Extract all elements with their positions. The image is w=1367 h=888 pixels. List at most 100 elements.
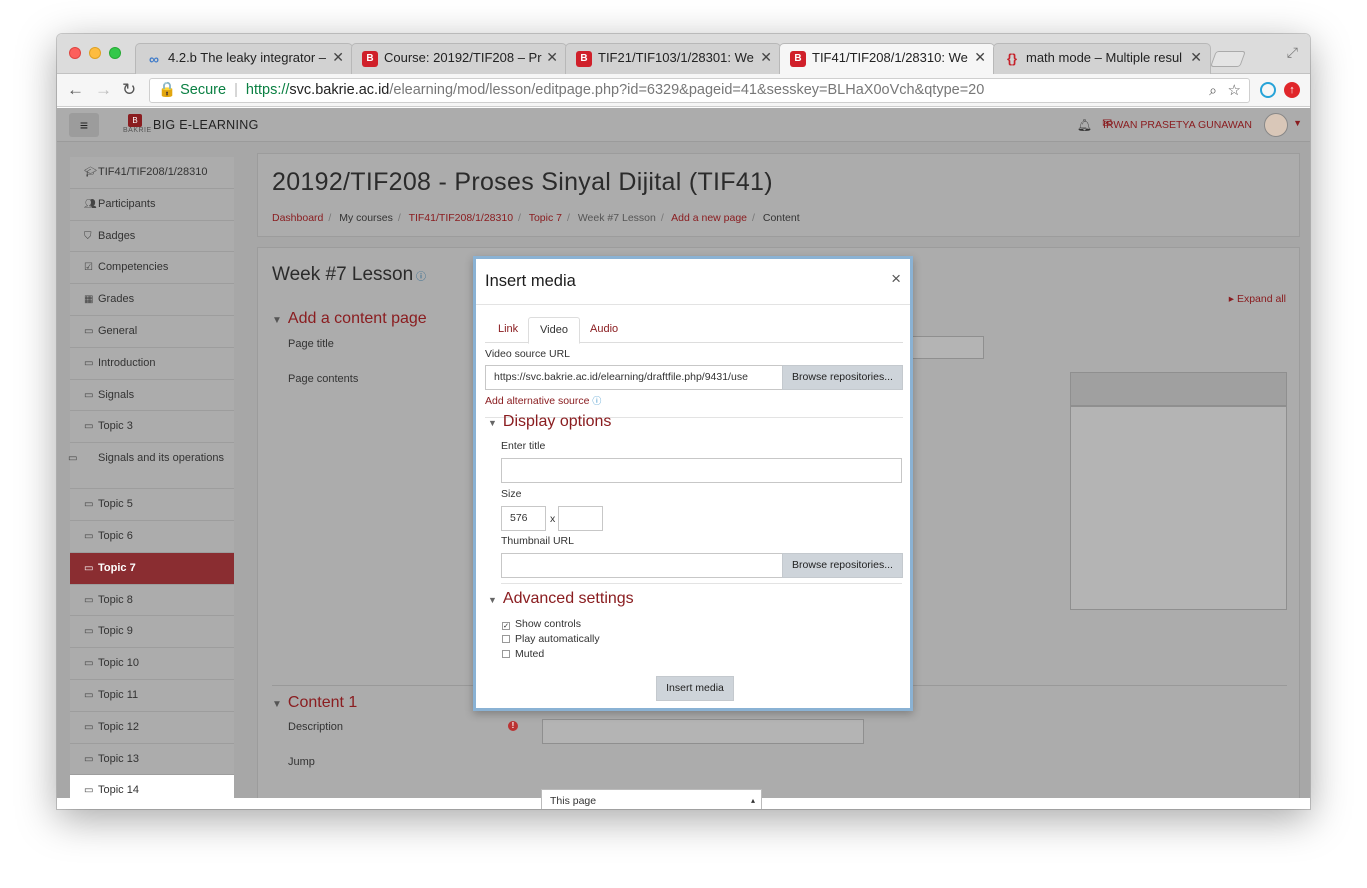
checkbox-icon[interactable] bbox=[502, 635, 510, 643]
thumbnail-url-input[interactable] bbox=[501, 553, 784, 578]
close-icon[interactable]: ✕ bbox=[546, 49, 558, 66]
breadcrumb-my-courses: My courses bbox=[339, 212, 393, 224]
tab-audio[interactable]: Audio bbox=[579, 317, 629, 343]
drawer-item-introduction[interactable]: ▭ Introduction bbox=[70, 347, 234, 380]
size-height-input[interactable] bbox=[558, 506, 603, 531]
breadcrumb-add-page[interactable]: Add a new page bbox=[671, 212, 747, 224]
bookmark-star-icon[interactable]: ☆ bbox=[1228, 79, 1241, 102]
minimize-window-icon[interactable] bbox=[89, 47, 101, 59]
drawer-item-label: Introduction bbox=[98, 356, 156, 369]
drawer-item-topic-10[interactable]: ▭ Topic 10 bbox=[70, 648, 234, 680]
section-advanced-settings[interactable]: ▼ Advanced settings bbox=[488, 590, 634, 608]
help-icon[interactable]: ⓘ bbox=[413, 272, 426, 283]
reload-icon[interactable]: ↻ bbox=[122, 80, 136, 100]
user-name[interactable]: IRWAN PRASETYA GUNAWAN bbox=[1103, 119, 1252, 131]
browser-tab-3[interactable]: B TIF21/TIF103/1/28301: We ✕ bbox=[565, 43, 781, 74]
browser-tab-2[interactable]: B Course: 20192/TIF208 – Pr ✕ bbox=[351, 43, 567, 74]
drawer-item-topic-12[interactable]: ▭ Topic 12 bbox=[70, 711, 234, 744]
zoom-icon[interactable]: ⌕ bbox=[1209, 79, 1217, 102]
drawer-item-label: Topic 12 bbox=[98, 720, 139, 733]
muted-checkbox[interactable]: Muted bbox=[502, 648, 544, 660]
page-contents-editor[interactable] bbox=[1070, 406, 1287, 610]
folder-icon: ▭ bbox=[84, 357, 94, 369]
show-controls-checkbox[interactable]: ✓ Show controls bbox=[502, 618, 581, 630]
drawer-item-signals-operations[interactable]: ▭ Signals and its operations bbox=[68, 443, 234, 490]
section-add-content-page[interactable]: ▼ Add a content page bbox=[272, 310, 427, 328]
drawer-item-topic-7[interactable]: ▭ Topic 7 bbox=[70, 552, 234, 585]
add-alternative-source-link[interactable]: Add alternative source ⓘ bbox=[485, 394, 601, 407]
tab-link[interactable]: Link bbox=[487, 317, 529, 343]
drawer-item-topic-3[interactable]: ▭ Topic 3 bbox=[70, 411, 234, 444]
drawer-item-topic-5[interactable]: ▭ Topic 5 bbox=[70, 489, 234, 521]
play-automatically-checkbox[interactable]: Play automatically bbox=[502, 633, 600, 645]
description-input[interactable] bbox=[542, 719, 864, 744]
browser-tab-4-active[interactable]: B TIF41/TIF208/1/28310: We ✕ bbox=[779, 43, 995, 75]
page-title: 20192/TIF208 - Proses Sinyal Dijital (TI… bbox=[272, 168, 773, 196]
jump-select-value: This page bbox=[550, 795, 597, 807]
graduation-cap-icon: 🎓︎ bbox=[84, 167, 97, 178]
drawer-item-label: TIF41/TIF208/1/28310 bbox=[98, 166, 208, 178]
tab-strip: ∞ 4.2.b The leaky integrator – ✕ B Cours… bbox=[57, 34, 1310, 75]
video-source-input[interactable]: https://svc.bakrie.ac.id/elearning/draft… bbox=[485, 365, 784, 390]
tab-video[interactable]: Video bbox=[528, 317, 580, 344]
drawer-item-signals[interactable]: ▭ Signals bbox=[70, 379, 234, 412]
breadcrumb-dashboard[interactable]: Dashboard bbox=[272, 212, 323, 224]
avatar[interactable] bbox=[1264, 113, 1288, 137]
extension-upload-icon[interactable]: ↑ bbox=[1284, 82, 1300, 98]
browse-repositories-button[interactable]: Browse repositories... bbox=[782, 365, 903, 390]
close-window-icon[interactable] bbox=[69, 47, 81, 59]
breadcrumb-topic[interactable]: Topic 7 bbox=[529, 212, 562, 224]
checkbox-label: Muted bbox=[515, 648, 545, 660]
fullscreen-icon[interactable]: ⤢ bbox=[1287, 44, 1298, 61]
drawer-item-competencies[interactable]: ☑ Competencies bbox=[70, 252, 234, 285]
checkbox-checked-icon[interactable]: ✓ bbox=[502, 622, 510, 630]
url-bar[interactable]: 🔒 Secure | https://svc.bakrie.ac.id/elea… bbox=[149, 78, 1250, 103]
new-tab-button[interactable] bbox=[1210, 51, 1246, 67]
back-arrow-icon[interactable]: ← bbox=[67, 80, 84, 100]
browser-tab-5[interactable]: {} math mode – Multiple resul ✕ bbox=[993, 43, 1211, 74]
browser-tab-1[interactable]: ∞ 4.2.b The leaky integrator – ✕ bbox=[135, 43, 353, 74]
enter-title-input[interactable] bbox=[501, 458, 902, 483]
drawer-item-course[interactable]: 🎓︎TIF41/TIF208/1/28310 bbox=[70, 157, 234, 189]
drawer-item-grades[interactable]: ▦ Grades bbox=[70, 284, 234, 316]
site-navbar: ≡ B BAKRIE BIG E-LEARNING 🔔︎ ✉ IRWAN PRA… bbox=[57, 108, 1310, 142]
site-name[interactable]: BIG E-LEARNING bbox=[153, 118, 259, 132]
forward-arrow-icon[interactable]: → bbox=[95, 80, 112, 100]
insert-media-button[interactable]: Insert media bbox=[656, 676, 734, 701]
extension-icon[interactable] bbox=[1260, 82, 1276, 98]
close-icon[interactable]: ✕ bbox=[760, 49, 772, 66]
menu-icon[interactable]: ≡ bbox=[69, 113, 99, 137]
insert-media-dialog: Insert media × Link Video Audio Video so… bbox=[473, 256, 913, 711]
close-icon[interactable]: ✕ bbox=[974, 49, 986, 66]
close-icon[interactable]: ✕ bbox=[332, 49, 344, 66]
help-icon[interactable]: ⓘ bbox=[592, 396, 601, 406]
browse-repositories-thumbnail-button[interactable]: Browse repositories... bbox=[782, 553, 903, 578]
drawer-item-participants[interactable]: 👥︎Participants bbox=[70, 188, 234, 221]
chevron-down-icon[interactable]: ▼ bbox=[1293, 118, 1302, 128]
section-content-1[interactable]: ▼ Content 1 bbox=[272, 694, 357, 712]
close-icon[interactable]: ✕ bbox=[1190, 49, 1202, 66]
checkbox-icon[interactable] bbox=[502, 650, 510, 658]
drawer-item-general[interactable]: ▭ General bbox=[70, 315, 234, 348]
lock-icon: 🔒 bbox=[158, 82, 177, 98]
drawer-item-topic-8[interactable]: ▭ Topic 8 bbox=[70, 584, 234, 617]
drawer-item-badges[interactable]: ⛉ Badges bbox=[70, 220, 234, 253]
drawer-item-topic-6[interactable]: ▭ Topic 6 bbox=[70, 520, 234, 553]
close-icon[interactable]: × bbox=[891, 269, 901, 289]
drawer-item-topic-13[interactable]: ▭ Topic 13 bbox=[70, 743, 234, 776]
breadcrumb-course[interactable]: TIF41/TIF208/1/28310 bbox=[409, 212, 513, 224]
site-logo[interactable]: B BAKRIE bbox=[123, 114, 151, 136]
expand-all-link[interactable]: ▸ Expand all bbox=[1229, 293, 1286, 305]
maximize-window-icon[interactable] bbox=[109, 47, 121, 59]
folder-icon: ▭ bbox=[84, 721, 94, 733]
drawer-item-topic-9[interactable]: ▭ Topic 9 bbox=[70, 616, 234, 649]
drawer-item-topic-11[interactable]: ▭ Topic 11 bbox=[70, 679, 234, 712]
section-display-options[interactable]: ▼ Display options bbox=[488, 413, 611, 431]
breadcrumb-lesson[interactable]: Week #7 Lesson bbox=[578, 212, 656, 224]
editor-toolbar[interactable] bbox=[1070, 372, 1287, 406]
bell-icon[interactable]: 🔔︎ bbox=[1077, 118, 1092, 132]
add-alt-source-text: Add alternative source bbox=[485, 395, 590, 407]
stackexchange-icon: {} bbox=[1006, 51, 1018, 66]
size-width-input[interactable]: 576 bbox=[501, 506, 546, 531]
jump-select[interactable]: This page ▴▾ bbox=[541, 789, 762, 809]
